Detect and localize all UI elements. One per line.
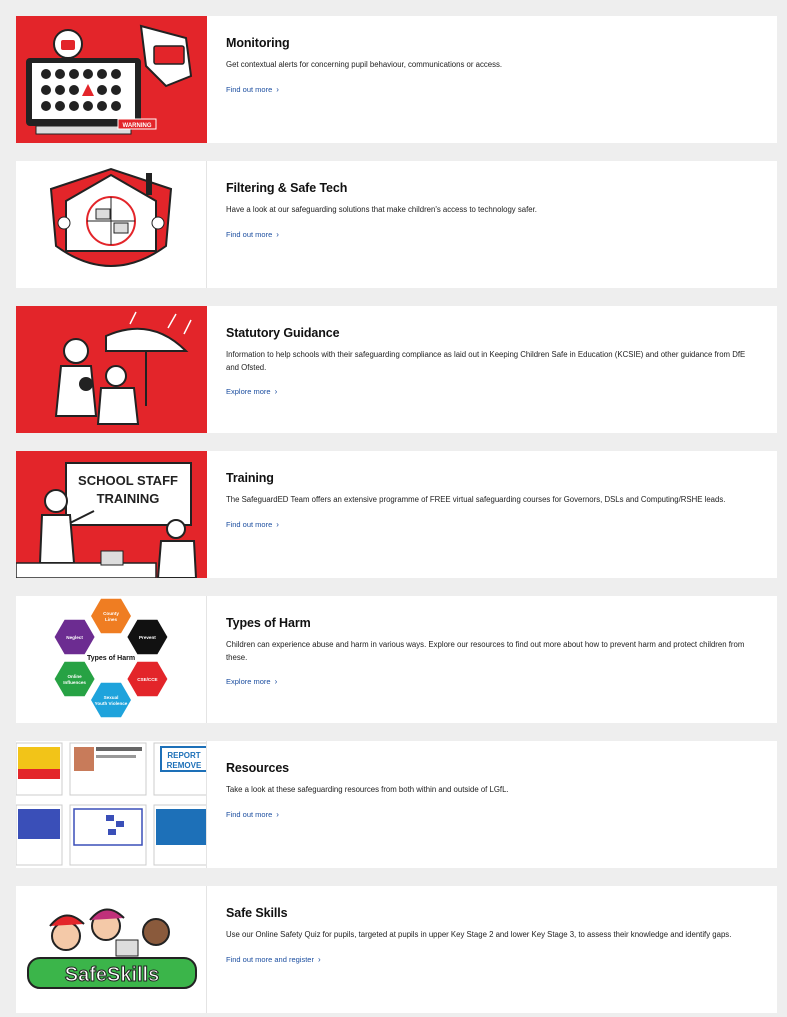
safeguarding-card-list: WARNING Monitoring Get contextual alerts… xyxy=(0,0,787,1017)
harm-node-label: County xyxy=(103,611,119,616)
card-title: Safe Skills xyxy=(226,906,288,920)
report-remove-line1: REPORT xyxy=(167,751,200,760)
harm-node: Prevent xyxy=(127,619,168,655)
card-description: Information to help schools with their s… xyxy=(226,350,746,372)
filtering-image xyxy=(16,161,207,288)
warning-text: WARNING xyxy=(123,123,152,129)
card-description: Get contextual alerts for concerning pup… xyxy=(226,60,503,69)
harm-node-label: Lines xyxy=(105,617,117,622)
card-description: The SafeguardED Team offers an extensive… xyxy=(226,495,726,504)
report-remove-line2: REMOVE xyxy=(167,761,202,770)
card-body: Safe Skills Use our Online Safety Quiz f… xyxy=(207,886,777,1013)
link-label: Explore more xyxy=(226,677,271,686)
harm-node-hexagon xyxy=(91,682,131,718)
card-body: Statutory Guidance Information to help s… xyxy=(207,306,777,433)
card-body: Filtering & Safe Tech Have a look at our… xyxy=(207,161,777,288)
harm-node: OnlineInfluences xyxy=(54,661,95,697)
card-title: Monitoring xyxy=(226,36,290,50)
monitoring-image: WARNING xyxy=(16,16,207,143)
training-board-line1: SCHOOL STAFF xyxy=(78,473,178,488)
card-body: Monitoring Get contextual alerts for con… xyxy=(207,16,777,143)
card-description: Children can experience abuse and harm i… xyxy=(226,640,745,662)
chevron-right-icon: › xyxy=(276,519,279,529)
chevron-right-icon: › xyxy=(276,809,279,819)
harm-node-label: CSE/CCE xyxy=(137,677,157,682)
card-resources: REPORT REMOVE Resources Take a look at t… xyxy=(16,741,777,868)
card-title: Resources xyxy=(226,761,290,775)
card-title: Training xyxy=(226,471,274,485)
card-safe-skills: SafeSkills Safe Skills Use our Online Sa… xyxy=(16,886,777,1013)
link-label: Find out more xyxy=(226,84,273,94)
card-filtering: Filtering & Safe Tech Have a look at our… xyxy=(16,161,777,288)
harm-node: SexualYouth Violence xyxy=(91,682,131,718)
chevron-right-icon: › xyxy=(317,954,321,964)
diagram-center-label: Types of Harm xyxy=(87,655,135,662)
types-of-harm-diagram: Types of Harm County Lines Prevent CSE/CCE S… xyxy=(16,596,207,723)
chevron-right-icon: › xyxy=(276,229,279,239)
find-out-more-link[interactable]: Find out more › xyxy=(226,810,279,819)
card-statutory-guidance: Statutory Guidance Information to help s… xyxy=(16,306,777,433)
card-training: SCHOOL STAFF TRAINING Training The Safeg… xyxy=(16,451,777,578)
harm-node: CountyLines xyxy=(91,598,131,634)
explore-more-link[interactable]: Explore more › xyxy=(226,387,277,396)
link-label: Explore more xyxy=(226,387,271,396)
chevron-right-icon: › xyxy=(274,387,278,396)
harm-node-hexagon xyxy=(54,661,95,697)
statutory-guidance-image xyxy=(16,306,207,433)
card-monitoring: WARNING Monitoring Get contextual alerts… xyxy=(16,16,777,143)
card-description: Have a look at our safeguarding solution… xyxy=(226,205,537,214)
card-body: Training The SafeguardED Team offers an … xyxy=(207,451,777,578)
harm-node: Neglect xyxy=(54,619,95,655)
chevron-right-icon: › xyxy=(276,84,279,94)
harm-node-label: Sexual xyxy=(104,695,119,700)
harm-node: CSE/CCE xyxy=(127,661,168,697)
card-description: Use our Online Safety Quiz for pupils, t… xyxy=(226,930,732,939)
link-label: Find out more and register xyxy=(226,954,314,964)
card-description: Take a look at these safeguarding resour… xyxy=(226,785,509,794)
harm-node-hexagon xyxy=(91,598,131,634)
link-label: Find out more xyxy=(226,519,273,529)
link-label: Find out more xyxy=(226,229,273,239)
card-types-of-harm: Types of Harm County Lines Prevent CSE/CCE S… xyxy=(16,596,777,723)
find-out-more-and-register-link[interactable]: Find out more and register › xyxy=(226,955,321,964)
harm-node-label: Neglect xyxy=(66,635,83,640)
harm-node-label: Youth Violence xyxy=(95,701,128,706)
resources-image: REPORT REMOVE xyxy=(16,741,207,868)
explore-more-link[interactable]: Explore more › xyxy=(226,677,277,686)
harm-node-label: Influences xyxy=(63,680,86,685)
link-label: Find out more xyxy=(226,809,273,819)
safe-skills-image: SafeSkills xyxy=(16,886,207,1013)
card-title: Filtering & Safe Tech xyxy=(226,181,348,195)
find-out-more-link[interactable]: Find out more › xyxy=(226,520,279,529)
card-title: Statutory Guidance xyxy=(226,326,340,340)
training-board-line2: TRAINING xyxy=(97,491,160,506)
chevron-right-icon: › xyxy=(274,677,278,686)
training-image: SCHOOL STAFF TRAINING xyxy=(16,451,207,578)
harm-node-label: Prevent xyxy=(139,635,156,640)
card-body: Resources Take a look at these safeguard… xyxy=(207,741,777,868)
harm-node-label: Online xyxy=(67,674,82,679)
find-out-more-link[interactable]: Find out more › xyxy=(226,85,279,94)
card-title: Types of Harm xyxy=(226,616,311,630)
card-body: Types of Harm Children can experience ab… xyxy=(207,596,777,723)
safe-skills-logo-text: SafeSkills xyxy=(65,964,160,986)
find-out-more-link[interactable]: Find out more › xyxy=(226,230,279,239)
